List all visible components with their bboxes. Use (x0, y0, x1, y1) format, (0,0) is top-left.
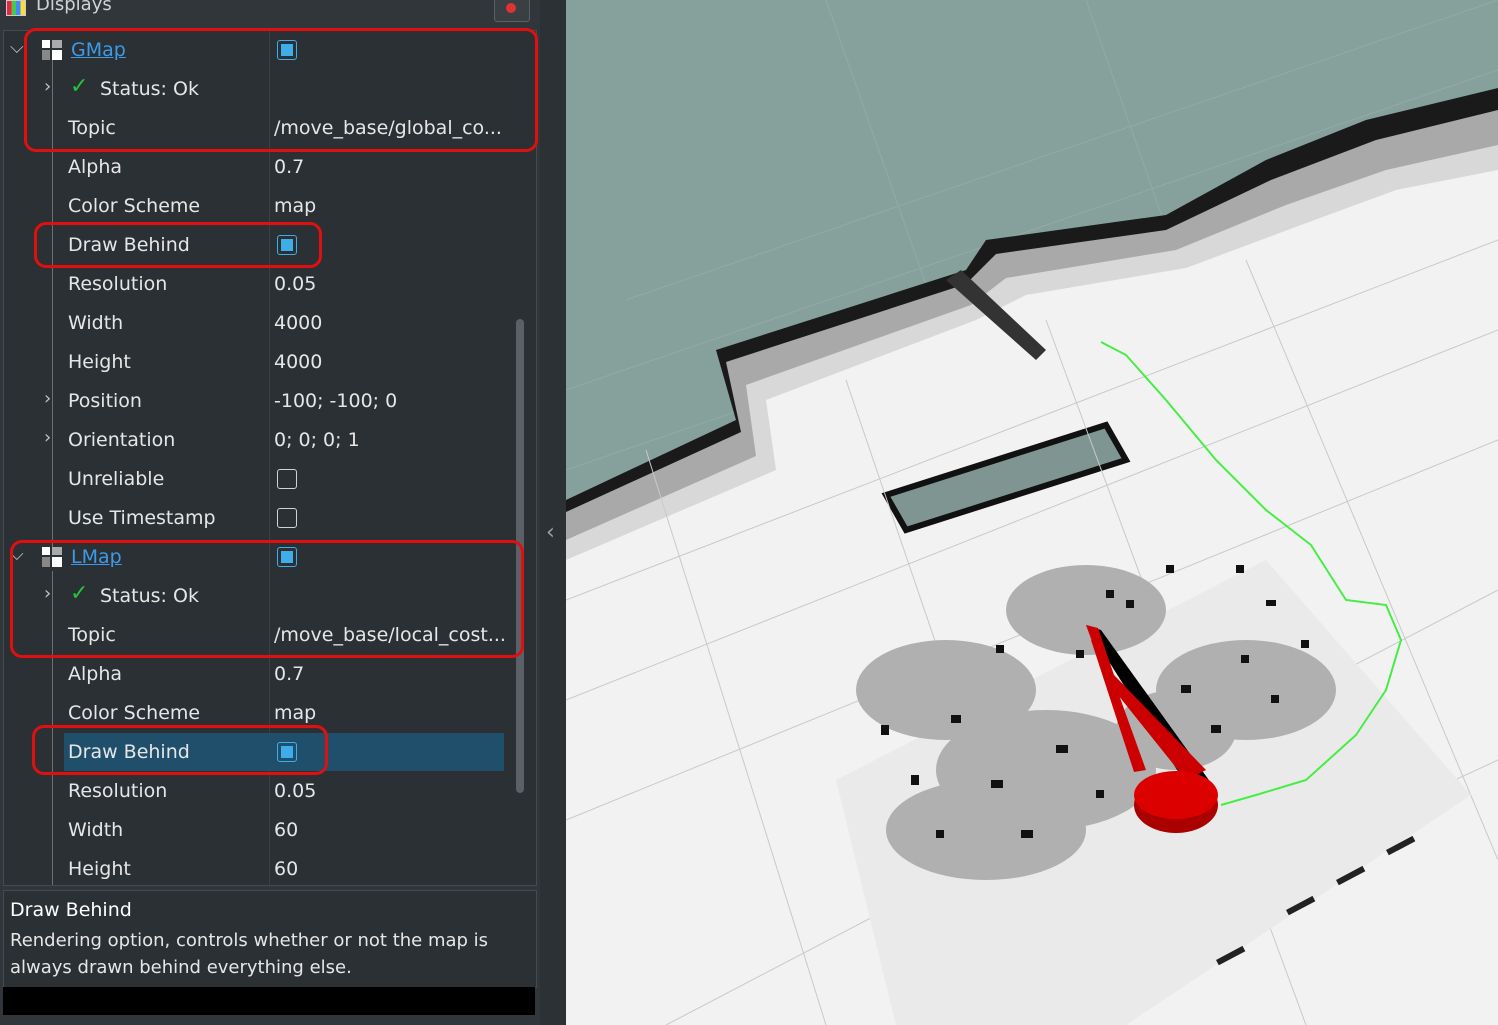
use-timestamp-checkbox[interactable] (277, 508, 297, 528)
property-row-unreliable[interactable]: Unreliable (4, 460, 504, 499)
property-value[interactable]: 4000 (274, 351, 322, 373)
property-row-alpha[interactable]: Alpha 0.7 (4, 655, 504, 694)
property-row-height[interactable]: Height 4000 (4, 343, 504, 382)
chevron-down-icon[interactable]: ⌵ (10, 544, 24, 565)
map-render (566, 0, 1498, 1025)
draw-behind-checkbox[interactable] (277, 742, 297, 762)
status-label: Status: Ok (100, 78, 199, 100)
property-description: Draw Behind Rendering option, controls w… (3, 890, 537, 988)
property-label: Topic (68, 624, 116, 646)
property-value[interactable]: map (274, 195, 316, 217)
status-label: Status: Ok (100, 585, 199, 607)
property-value[interactable]: 0.05 (274, 780, 316, 802)
property-label: Orientation (68, 429, 176, 451)
property-label: Resolution (68, 780, 168, 802)
property-label: Topic (68, 117, 116, 139)
property-label: Draw Behind (68, 741, 190, 763)
property-label: Position (68, 390, 142, 412)
description-body: Rendering option, controls whether or no… (10, 930, 489, 978)
description-title: Draw Behind (10, 899, 132, 921)
property-value[interactable]: /move_base/global_co... (274, 117, 502, 139)
panel-title: Displays (36, 0, 112, 15)
lmap-enabled-checkbox[interactable] (277, 547, 297, 567)
property-row-resolution[interactable]: Resolution 0.05 (4, 772, 504, 811)
display-row-lmap[interactable]: ⌵ LMap (4, 538, 504, 577)
property-value[interactable]: 0.7 (274, 156, 304, 178)
chevron-right-icon[interactable]: › (44, 583, 51, 604)
property-label: Alpha (68, 663, 123, 685)
property-value[interactable]: 0.05 (274, 273, 316, 295)
property-label: Height (68, 351, 131, 373)
unreliable-checkbox[interactable] (277, 469, 297, 489)
property-row-topic[interactable]: Topic /move_base/global_co... (4, 109, 504, 148)
panel-splitter[interactable]: ‹ (540, 0, 566, 1025)
property-row-orientation[interactable]: › Orientation 0; 0; 0; 1 (4, 421, 504, 460)
property-row-width[interactable]: Width 4000 (4, 304, 504, 343)
property-value[interactable]: -100; -100; 0 (274, 390, 397, 412)
3d-render-view[interactable] (566, 0, 1498, 1025)
property-row-status[interactable]: › ✓ Status: Ok (4, 577, 504, 616)
property-row-topic[interactable]: Topic /move_base/local_cost... (4, 616, 506, 655)
property-row-draw-behind[interactable]: Draw Behind (4, 226, 504, 265)
draw-behind-checkbox[interactable] (277, 235, 297, 255)
property-row-use-timestamp[interactable]: Use Timestamp (4, 499, 504, 538)
property-label: Resolution (68, 273, 168, 295)
property-value[interactable]: 4000 (274, 312, 322, 334)
property-label: Draw Behind (68, 234, 190, 256)
property-label: Use Timestamp (68, 507, 216, 529)
property-value[interactable]: map (274, 702, 316, 724)
tree-scrollbar[interactable] (516, 319, 524, 793)
displays-icon (6, 0, 26, 16)
property-value[interactable]: 0.7 (274, 663, 304, 685)
property-label: Color Scheme (68, 195, 201, 217)
panel-header: Displays (0, 0, 540, 24)
property-row-alpha[interactable]: Alpha 0.7 (4, 148, 504, 187)
property-value[interactable]: 60 (274, 858, 298, 880)
gmap-enabled-checkbox[interactable] (277, 40, 297, 60)
status-ok-icon: ✓ (70, 74, 89, 99)
property-row-color-scheme[interactable]: Color Scheme map (4, 187, 504, 226)
property-row-width[interactable]: Width 60 (4, 811, 504, 850)
map-display-icon (42, 547, 62, 567)
display-row-gmap[interactable]: ⌵ GMap (4, 31, 504, 70)
property-row-height[interactable]: Height 60 (4, 850, 504, 885)
property-row-status[interactable]: › ✓ Status: Ok (4, 70, 504, 109)
status-strip (3, 987, 535, 1015)
chevron-left-icon[interactable]: ‹ (546, 520, 555, 545)
chevron-down-icon[interactable]: ⌵ (10, 37, 24, 58)
property-label: Color Scheme (68, 702, 201, 724)
property-value[interactable]: /move_base/local_cost... (274, 624, 506, 646)
property-row-color-scheme[interactable]: Color Scheme map (4, 694, 504, 733)
property-row-position[interactable]: › Position -100; -100; 0 (4, 382, 504, 421)
displays-panel: Displays ⌵ GMap › ✓ Status: Ok Topic /mo… (0, 0, 540, 1025)
property-label: Alpha (68, 156, 123, 178)
property-label: Height (68, 858, 131, 880)
display-name-lmap[interactable]: LMap (71, 546, 122, 568)
map-display-icon (42, 40, 62, 60)
chevron-right-icon[interactable]: › (44, 427, 51, 448)
property-label: Width (68, 819, 124, 841)
property-label: Unreliable (68, 468, 165, 490)
property-label: Width (68, 312, 124, 334)
status-ok-icon: ✓ (70, 581, 89, 606)
close-icon[interactable] (494, 0, 530, 22)
property-row-resolution[interactable]: Resolution 0.05 (4, 265, 504, 304)
display-tree[interactable]: ⌵ GMap › ✓ Status: Ok Topic /move_base/g… (3, 30, 537, 886)
property-value[interactable]: 0; 0; 0; 1 (274, 429, 360, 451)
chevron-right-icon[interactable]: › (44, 388, 51, 409)
chevron-right-icon[interactable]: › (44, 76, 51, 97)
property-value[interactable]: 60 (274, 819, 298, 841)
robot-base (1134, 771, 1218, 819)
display-name-gmap[interactable]: GMap (71, 39, 126, 61)
property-row-draw-behind[interactable]: Draw Behind (4, 733, 504, 772)
